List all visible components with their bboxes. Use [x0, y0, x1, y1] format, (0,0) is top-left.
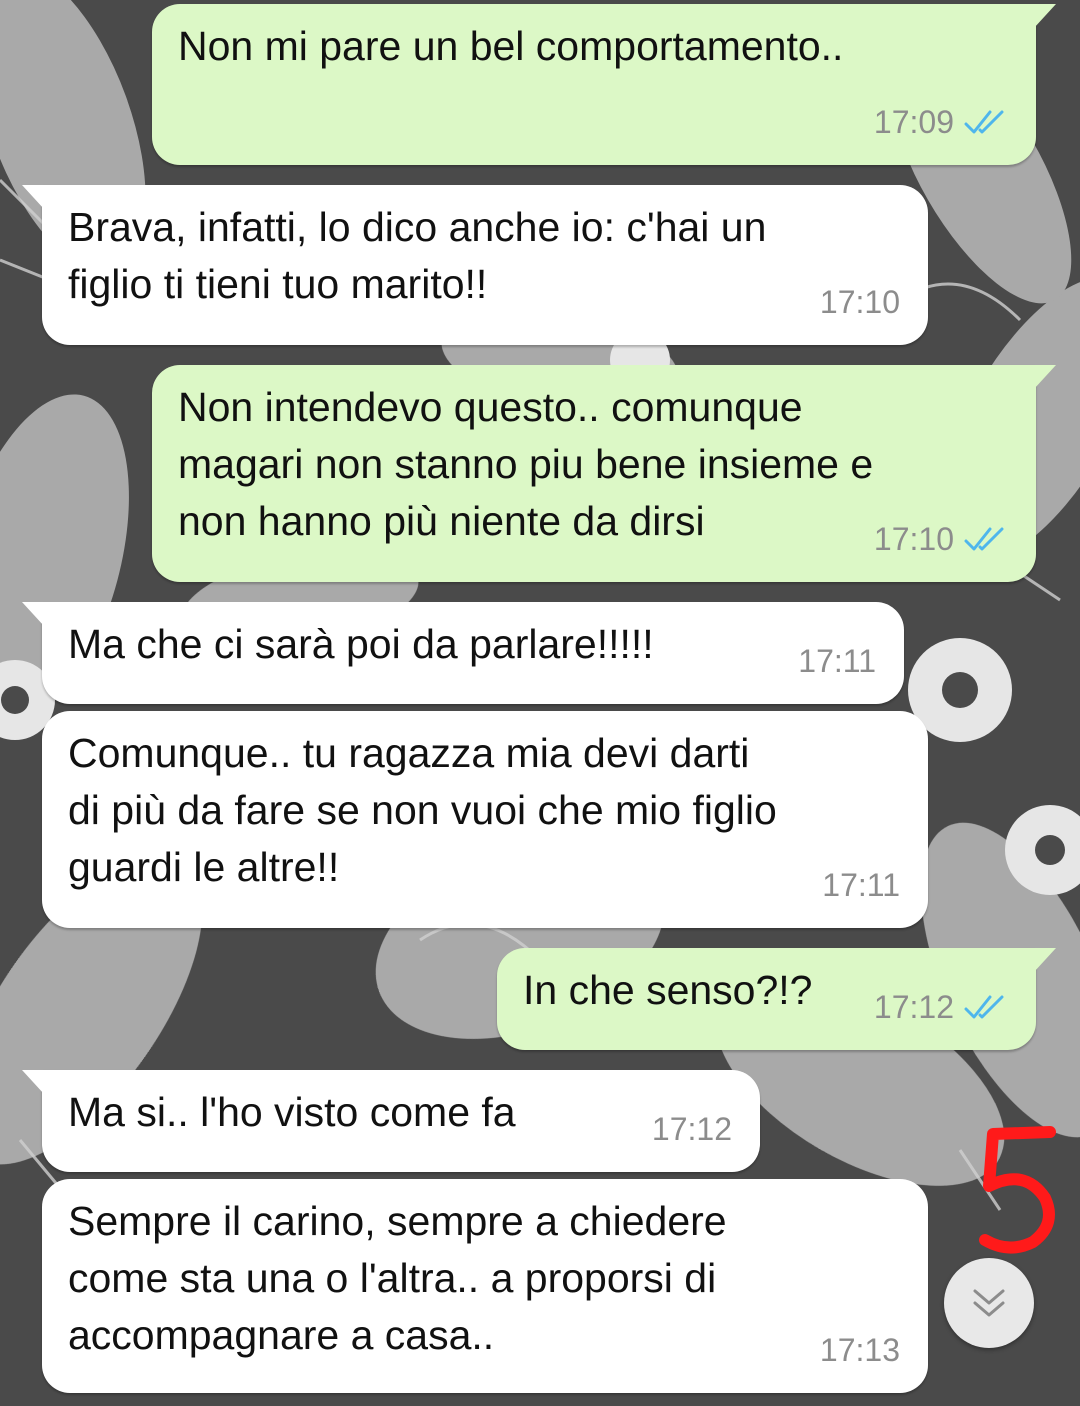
double-check-icon: [964, 995, 1004, 1018]
message-text: Comunque.. tu ragazza mia devi darti di …: [68, 730, 777, 890]
message-bubble-incoming[interactable]: Ma che ci sarà poi da parlare!!!!! 17:11: [22, 602, 904, 704]
message-text: Ma che ci sarà poi da parlare!!!!!: [68, 621, 654, 667]
message-meta: 17:11: [822, 857, 900, 914]
message-bubble-incoming[interactable]: Ma si.. l'ho visto come fa 17:12: [22, 1070, 760, 1172]
message-bubble-incoming[interactable]: Comunque.. tu ragazza mia devi darti di …: [42, 711, 928, 928]
message-time: 17:12: [873, 989, 954, 1025]
message-time: 17:09: [873, 104, 954, 140]
double-check-icon: [964, 110, 1004, 133]
message-meta: 17:11: [798, 633, 876, 690]
message-meta: 17:12: [874, 979, 1008, 1036]
message-meta: 17:12: [652, 1101, 732, 1158]
message-text: Ma si.. l'ho visto come fa: [68, 1089, 516, 1135]
message-bubble-incoming[interactable]: Brava, infatti, lo dico anche io: c'hai …: [22, 185, 928, 345]
message-text: Non mi pare un bel comportamento..: [178, 23, 844, 69]
message-time: 17:10: [873, 521, 954, 557]
message-time: 17:10: [819, 284, 900, 320]
scroll-to-bottom-button[interactable]: [944, 1258, 1034, 1348]
message-bubble-outgoing[interactable]: Non intendevo questo.. comunque magari n…: [152, 365, 1056, 582]
message-meta: 17:13: [820, 1322, 900, 1379]
double-chevron-down-icon: [973, 1289, 1005, 1317]
message-bubble-incoming[interactable]: Sempre il carino, sempre a chiedere come…: [42, 1179, 928, 1393]
message-time: 17:13: [819, 1332, 900, 1368]
message-text: Brava, infatti, lo dico anche io: c'hai …: [68, 204, 767, 307]
message-text: Sempre il carino, sempre a chiedere come…: [68, 1198, 727, 1358]
handwritten-number-annotation: [979, 1126, 1056, 1254]
message-time: 17:12: [651, 1111, 732, 1147]
message-bubble-outgoing[interactable]: Non mi pare un bel comportamento.. 17:09: [152, 4, 1056, 165]
message-meta: 17:09: [874, 94, 1008, 151]
message-meta: 17:10: [820, 274, 900, 331]
message-time: 17:11: [798, 643, 876, 679]
double-check-icon: [964, 527, 1004, 550]
message-bubble-outgoing[interactable]: In che senso?!? 17:12: [497, 948, 1056, 1050]
message-time: 17:11: [822, 867, 900, 903]
message-meta: 17:10: [874, 511, 1008, 568]
